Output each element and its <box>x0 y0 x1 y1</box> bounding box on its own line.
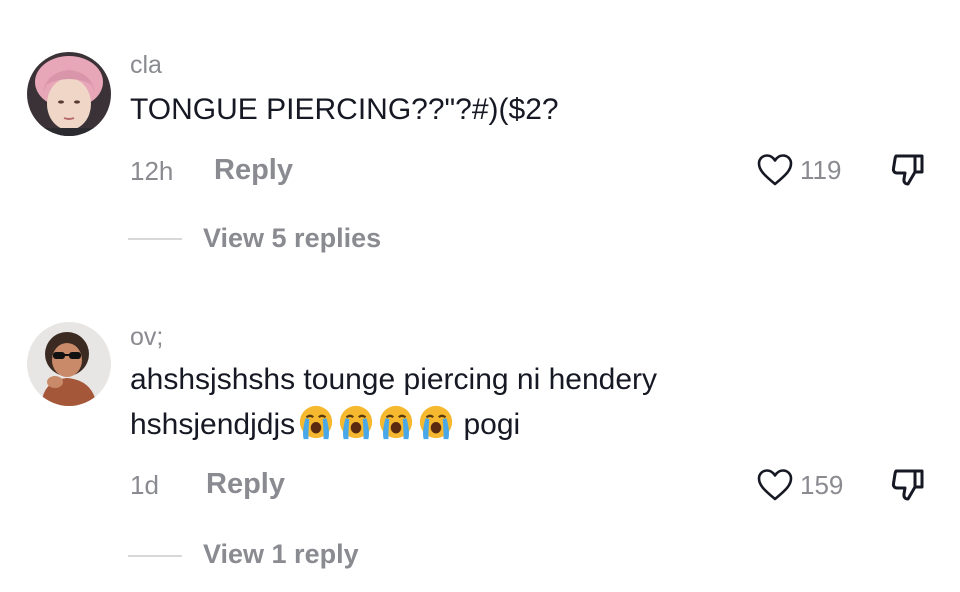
loudly-crying-face-icon <box>299 405 333 440</box>
replies-divider <box>128 555 182 557</box>
heart-icon <box>757 469 793 501</box>
reply-button[interactable]: Reply <box>206 468 285 500</box>
loudly-crying-face-icon <box>419 405 453 440</box>
like-count: 159 <box>800 469 844 500</box>
comment-text-line2: hshsjendjdjs pogi <box>130 403 520 447</box>
comment-username[interactable]: ov; <box>130 322 163 352</box>
view-replies-button[interactable]: View 1 reply <box>203 538 359 570</box>
loudly-crying-face-icon <box>379 405 413 440</box>
comment-text-suffix: pogi <box>455 408 521 441</box>
like-button[interactable]: 159 <box>756 465 843 505</box>
comment-timestamp: 1d <box>130 470 159 500</box>
thumbs-down-icon <box>891 469 924 501</box>
comment-text-prefix: hshsjendjdjs <box>130 408 296 441</box>
loudly-crying-face-icon <box>339 405 373 440</box>
dislike-button[interactable] <box>888 465 928 505</box>
avatar-sunglasses-icon <box>27 322 111 406</box>
comment-item: ov; ahshsjshshs tounge piercing ni hende… <box>0 0 960 592</box>
comment-text: ahshsjshshs tounge piercing ni hendery <box>130 363 658 396</box>
emoji-group <box>295 405 455 441</box>
avatar[interactable] <box>27 322 111 406</box>
